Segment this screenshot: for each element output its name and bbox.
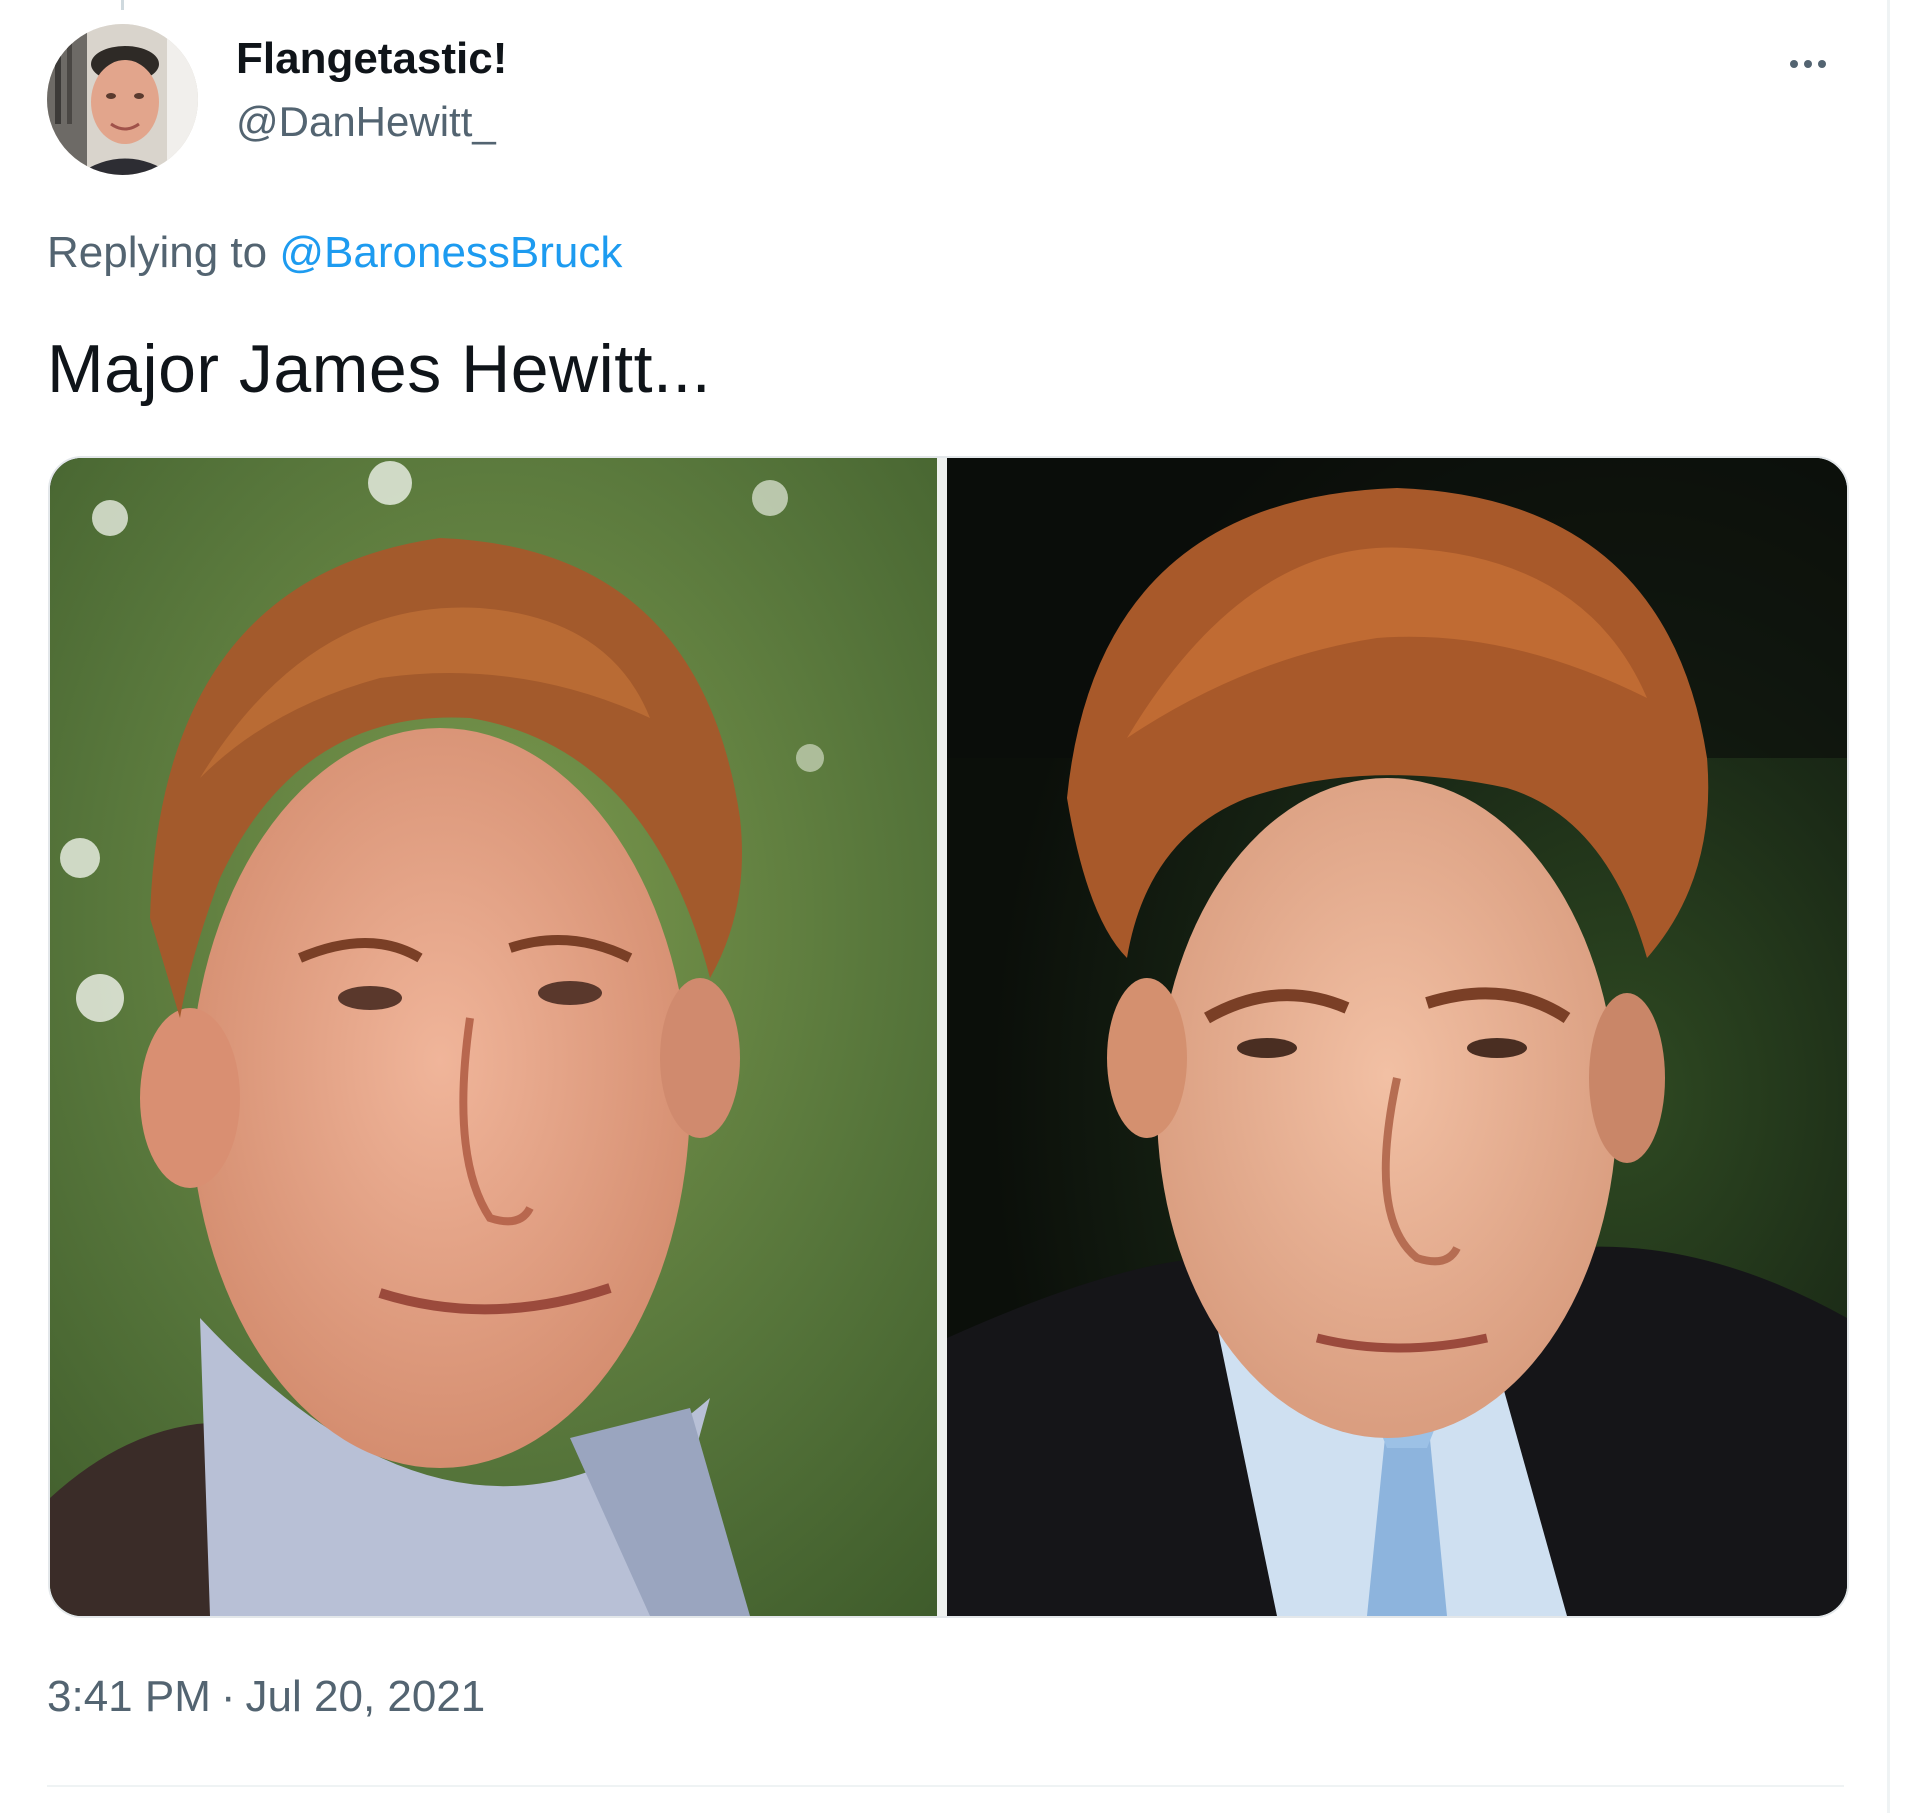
media-photo-1[interactable] [50, 458, 937, 1616]
reply-mention-link[interactable]: @BaronessBruck [279, 228, 622, 277]
tweet-time[interactable]: 3:41 PM [47, 1672, 211, 1721]
tweet-text: Major James Hewitt... [47, 331, 712, 407]
more-horizontal-icon [1790, 60, 1798, 68]
portrait-photo-right [947, 458, 1847, 1616]
portrait-photo-left [50, 458, 937, 1616]
author-handle[interactable]: @DanHewitt_ [236, 98, 496, 146]
more-horizontal-icon-dot [1804, 60, 1812, 68]
photo-divider [937, 458, 947, 1616]
author-avatar[interactable] [47, 24, 198, 175]
more-options-button[interactable] [1772, 40, 1844, 88]
divider [47, 1785, 1844, 1787]
author-display-name[interactable]: Flangetastic! [236, 34, 507, 84]
user-avatar-photo [47, 24, 198, 175]
replying-to: Replying to @BaronessBruck [47, 228, 622, 278]
more-horizontal-icon-dot [1818, 60, 1826, 68]
replying-to-label: Replying to [47, 228, 268, 277]
tweet-detail: Flangetastic! @DanHewitt_ Replying to @B… [0, 0, 1920, 1813]
column-border [1887, 0, 1890, 1813]
timestamp-separator: · [220, 1672, 236, 1721]
tweet-media[interactable] [48, 456, 1849, 1618]
thread-connector-line [121, 0, 124, 10]
tweet-timestamp[interactable]: 3:41 PM · Jul 20, 2021 [47, 1672, 485, 1722]
media-photo-2[interactable] [947, 458, 1847, 1616]
tweet-date[interactable]: Jul 20, 2021 [246, 1672, 486, 1721]
